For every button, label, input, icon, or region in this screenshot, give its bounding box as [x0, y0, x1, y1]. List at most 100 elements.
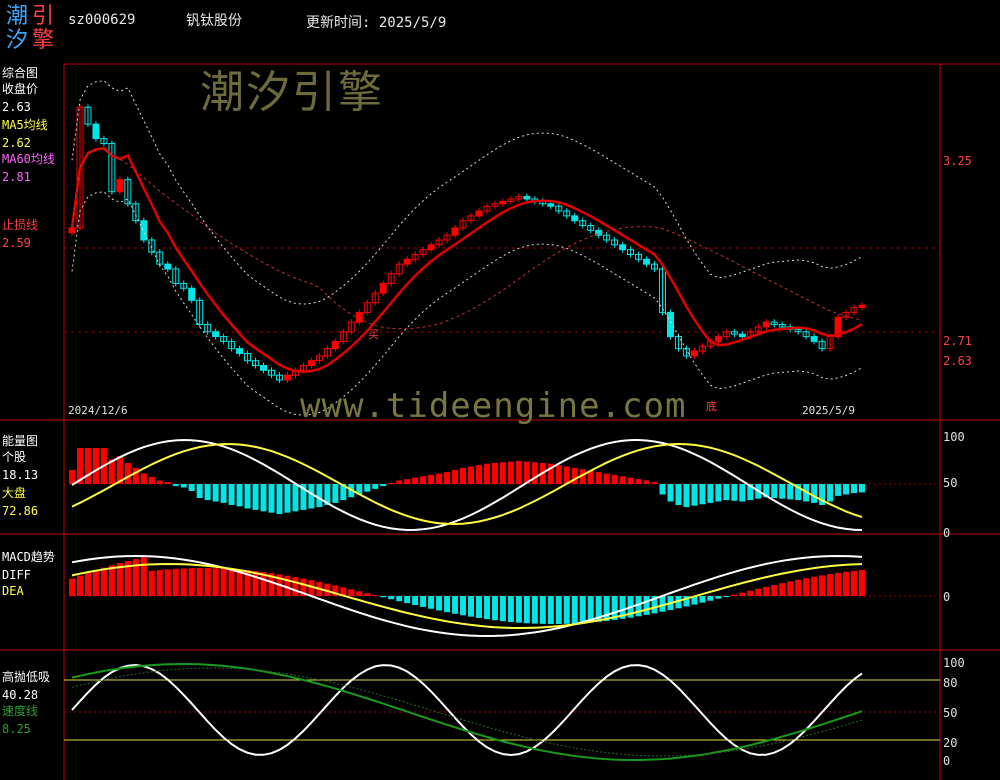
close-label: 收盘价: [2, 82, 39, 96]
energy-bar: [611, 474, 618, 484]
candle-body: [475, 210, 483, 217]
macd-bar: [555, 596, 562, 624]
energy-title: 能量图: [2, 434, 39, 448]
candle-body: [738, 333, 746, 338]
energy-bar: [124, 463, 131, 484]
macd-bar: [420, 596, 427, 607]
macd-bar: [428, 596, 435, 609]
main-axis-tick-3: 2.63: [943, 354, 972, 368]
macd-bar: [348, 589, 355, 596]
kdj-value: 40.28: [2, 688, 39, 702]
candle-body: [858, 304, 866, 309]
candle-body: [212, 331, 220, 338]
macd-bar: [643, 596, 650, 615]
macd-bar: [859, 570, 865, 596]
macd-bar: [547, 596, 554, 624]
energy-axis-50: 50: [943, 476, 958, 490]
energy-bar: [691, 484, 698, 506]
energy-bar: [739, 484, 746, 502]
macd-bar: [851, 570, 858, 596]
energy-bar: [436, 473, 443, 484]
main-axis-tick-1: 3.25: [943, 154, 972, 168]
macd-bar: [787, 581, 794, 596]
macd-bar: [515, 596, 522, 623]
energy-bar: [563, 466, 570, 484]
kdj-value-line: [71, 663, 863, 757]
macd-bar: [84, 572, 91, 596]
candle-body: [547, 203, 555, 207]
energy-bar: [619, 476, 626, 484]
macd-bar: [460, 596, 467, 616]
ma5-label: MA5均线: [2, 118, 48, 132]
macd-bar: [699, 596, 706, 603]
energy-bar: [204, 484, 211, 501]
kdj-axis-80: 80: [943, 676, 958, 690]
candle-body: [140, 220, 148, 241]
energy-bar: [835, 484, 842, 496]
macd-bar: [523, 596, 530, 624]
macd-bar: [779, 583, 786, 596]
macd-bar: [388, 596, 395, 600]
energy-bar: [603, 473, 610, 484]
candle-body: [164, 263, 172, 270]
macd-bar: [763, 586, 770, 596]
energy-bar: [148, 477, 155, 484]
energy-bar: [180, 484, 187, 488]
macd-bar: [811, 576, 818, 596]
energy-bar: [364, 484, 371, 492]
candle-body: [403, 258, 411, 265]
macd-diff-label: DIFF: [2, 568, 31, 582]
energy-bar: [787, 484, 794, 500]
energy-bar: [683, 484, 690, 508]
energy-bar: [244, 484, 251, 509]
main-title: 综合图: [2, 66, 39, 80]
macd-bar: [148, 570, 155, 596]
macd-bar: [467, 596, 474, 617]
energy-bar: [332, 484, 339, 503]
energy-bar: [92, 448, 99, 484]
candle-body: [762, 321, 770, 328]
macd-bar: [507, 596, 514, 622]
macd-bar: [483, 596, 490, 620]
energy-bar: [723, 484, 730, 501]
energy-bar: [188, 484, 195, 491]
energy-bar: [396, 480, 403, 484]
macd-bar: [212, 568, 219, 596]
energy-bar: [475, 465, 482, 484]
macd-bar: [140, 557, 147, 596]
energy-bar: [260, 484, 267, 512]
ma-thick-line: [70, 146, 863, 373]
energy-bar: [84, 448, 91, 484]
energy-bar: [372, 484, 379, 489]
energy-bar: [420, 476, 427, 484]
main-axis-tick-2: 2.71: [943, 334, 972, 348]
candle-body: [810, 336, 818, 342]
candle-body: [379, 282, 387, 294]
macd-bar: [827, 574, 834, 596]
energy-bar: [268, 484, 275, 513]
macd-bar: [475, 596, 482, 618]
candle-body: [427, 244, 435, 251]
macd-bar: [164, 569, 171, 596]
candle-body: [643, 258, 651, 265]
macd-bar: [156, 570, 163, 596]
energy-bar: [859, 484, 865, 493]
macd-bar: [69, 578, 75, 596]
macd-bar: [795, 579, 802, 596]
macd-bar: [108, 565, 115, 596]
energy-bar: [827, 484, 834, 502]
macd-dea-label: DEA: [2, 584, 24, 598]
macd-bar: [292, 577, 299, 596]
macd-bar: [252, 571, 259, 596]
candle-body: [690, 350, 698, 357]
macd-bar: [228, 568, 235, 596]
macd-bar: [188, 568, 195, 596]
macd-bar: [204, 568, 211, 596]
macd-bar: [76, 575, 83, 596]
energy-bar: [132, 467, 139, 484]
kdj-axis-20: 20: [943, 736, 958, 750]
energy-axis-0: 0: [943, 526, 951, 540]
macd-bar: [380, 596, 387, 598]
candle-body: [260, 365, 268, 371]
energy-bar: [412, 477, 419, 484]
